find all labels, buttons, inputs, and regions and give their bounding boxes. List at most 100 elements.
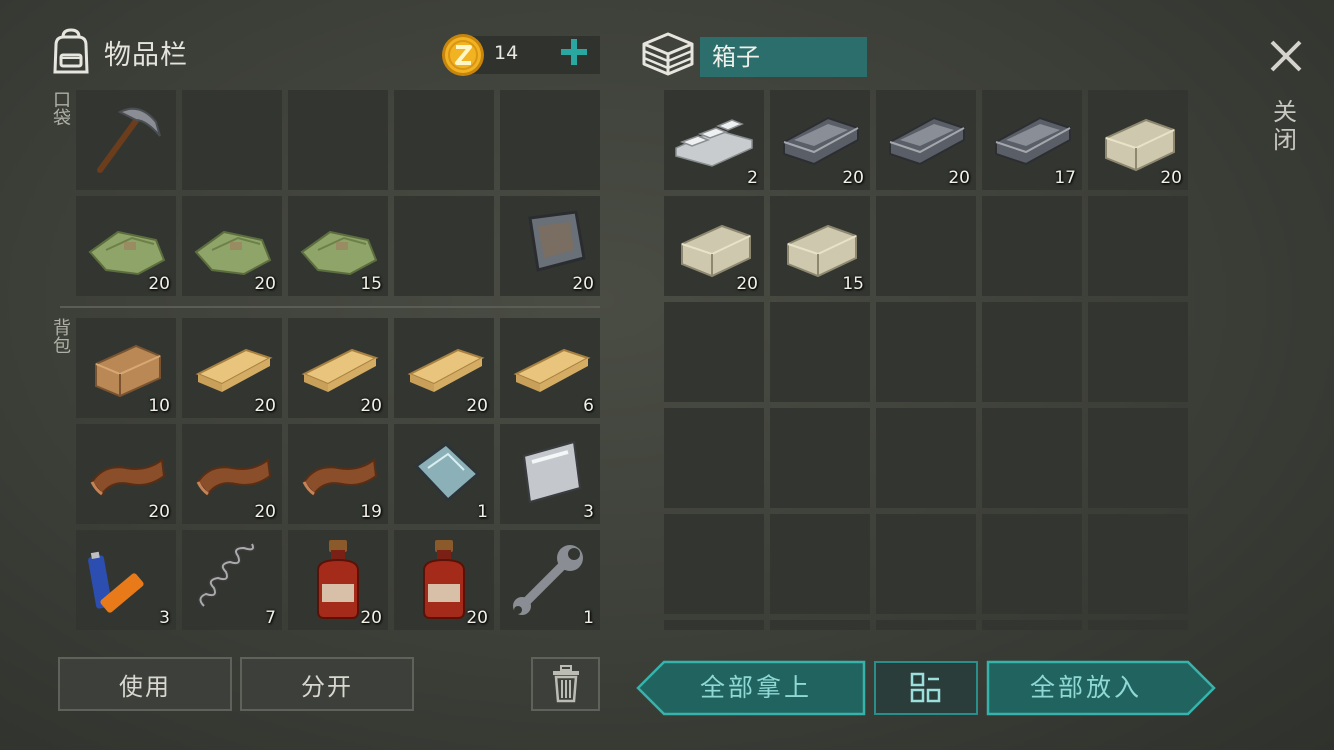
container-slot-empty[interactable] [982, 196, 1082, 296]
container-slot[interactable]: 17 [982, 90, 1082, 190]
container-slot-empty[interactable] [1088, 620, 1188, 630]
glass-icon [413, 442, 481, 503]
item-quantity: 7 [265, 608, 276, 628]
backpack-slot[interactable]: 6 [500, 318, 600, 418]
item-quantity: 20 [254, 274, 276, 294]
container-slot-empty[interactable] [770, 514, 870, 614]
put-all-label: 全部放入 [1030, 673, 1143, 702]
container-slot[interactable]: 20 [1088, 90, 1188, 190]
backpack-slot[interactable]: 3 [76, 530, 176, 630]
item-quantity: 20 [842, 168, 864, 188]
backpack-slot[interactable]: 20 [182, 318, 282, 418]
pocket-slot[interactable]: 15 [288, 196, 388, 296]
container-name[interactable]: 箱子 [700, 37, 867, 77]
pocket-slot-empty[interactable] [182, 90, 282, 190]
sort-button[interactable] [874, 661, 978, 715]
pocket-slot[interactable]: 20 [76, 196, 176, 296]
container-slot[interactable]: 20 [876, 90, 976, 190]
container-slot[interactable]: 20 [770, 90, 870, 190]
backpack-slot[interactable]: 20 [76, 424, 176, 524]
spring-icon [198, 542, 256, 608]
container-slot-empty[interactable] [876, 408, 976, 508]
sort-grid-icon [910, 672, 941, 703]
item-quantity: 20 [148, 502, 170, 522]
container-slot-empty[interactable] [982, 408, 1082, 508]
pocket-slot[interactable] [76, 90, 176, 190]
batteries-icon [88, 551, 144, 613]
item-quantity: 19 [360, 502, 382, 522]
coin-count: 14 [494, 42, 519, 64]
backpack-slot[interactable]: 1 [500, 530, 600, 630]
item-quantity: 6 [583, 396, 594, 416]
item-quantity: 20 [360, 608, 382, 628]
container-slot[interactable]: 20 [664, 196, 764, 296]
container-slot[interactable]: 2 [664, 90, 764, 190]
backpack-slot[interactable]: 20 [288, 318, 388, 418]
item-quantity: 2 [747, 168, 758, 188]
item-quantity: 20 [466, 396, 488, 416]
use-button[interactable]: 使用 [58, 657, 232, 711]
container-slot-empty[interactable] [982, 302, 1082, 402]
backpack-slot[interactable]: 19 [288, 424, 388, 524]
inventory-title: 物品栏 [104, 39, 188, 71]
container-slot-empty[interactable] [1088, 196, 1188, 296]
plus-icon[interactable] [556, 34, 592, 70]
metal-sheet-icon [522, 440, 582, 504]
item-quantity: 1 [583, 608, 594, 628]
wrench-icon [513, 545, 583, 615]
pocket-slot-empty[interactable] [394, 90, 494, 190]
backpack-slot[interactable]: 20 [288, 530, 388, 630]
coin-icon [442, 34, 484, 76]
trash-button[interactable] [531, 657, 600, 711]
container-slot-empty[interactable] [876, 620, 976, 630]
backpack-slot[interactable]: 1 [394, 424, 494, 524]
container-slot-empty[interactable] [982, 620, 1082, 630]
backpack-slot[interactable]: 20 [394, 530, 494, 630]
container-slot-empty[interactable] [1088, 408, 1188, 508]
container-slot-empty[interactable] [664, 408, 764, 508]
pocket-slot-empty[interactable] [288, 90, 388, 190]
item-quantity: 10 [148, 396, 170, 416]
container-slot-empty[interactable] [770, 620, 870, 630]
container-slot-empty[interactable] [876, 514, 976, 614]
backpack-slot[interactable]: 3 [500, 424, 600, 524]
close-icon[interactable] [1266, 36, 1306, 76]
container-slot-empty[interactable] [770, 408, 870, 508]
put-all-button[interactable]: 全部放入 [986, 660, 1216, 716]
backpack-slot[interactable]: 7 [182, 530, 282, 630]
close-label[interactable]: 关闭 [1270, 98, 1300, 154]
backpack-slot[interactable]: 20 [394, 318, 494, 418]
container-slot-empty[interactable] [770, 302, 870, 402]
pocket-slot[interactable]: 20 [182, 196, 282, 296]
section-divider [60, 306, 600, 308]
item-quantity: 20 [254, 396, 276, 416]
pocket-label: 口袋 [53, 90, 71, 129]
container-slot-empty[interactable] [876, 302, 976, 402]
container-slot[interactable]: 15 [770, 196, 870, 296]
take-all-label: 全部拿上 [700, 673, 813, 702]
container-slot-empty[interactable] [876, 196, 976, 296]
container-slot-empty[interactable] [982, 514, 1082, 614]
inventory-header: 物品栏 [46, 26, 188, 78]
split-button[interactable]: 分开 [240, 657, 414, 711]
item-quantity: 15 [842, 274, 864, 294]
container-slot-empty[interactable] [664, 514, 764, 614]
container-grid: 2 20 20 17 20 20 15 [664, 90, 1188, 630]
pocket-slot-empty[interactable] [394, 196, 494, 296]
item-quantity: 1 [477, 502, 488, 522]
backpack-icon [53, 28, 89, 74]
take-all-button[interactable]: 全部拿上 [636, 660, 866, 716]
pocket-slot-empty[interactable] [500, 90, 600, 190]
box-icon [642, 32, 694, 76]
container-slot-empty[interactable] [664, 620, 764, 630]
item-quantity: 20 [360, 396, 382, 416]
item-quantity: 20 [948, 168, 970, 188]
item-quantity: 20 [254, 502, 276, 522]
container-slot-empty[interactable] [664, 302, 764, 402]
container-slot-empty[interactable] [1088, 514, 1188, 614]
item-quantity: 20 [572, 274, 594, 294]
backpack-slot[interactable]: 20 [182, 424, 282, 524]
container-slot-empty[interactable] [1088, 302, 1188, 402]
pocket-slot[interactable]: 20 [500, 196, 600, 296]
backpack-slot[interactable]: 10 [76, 318, 176, 418]
